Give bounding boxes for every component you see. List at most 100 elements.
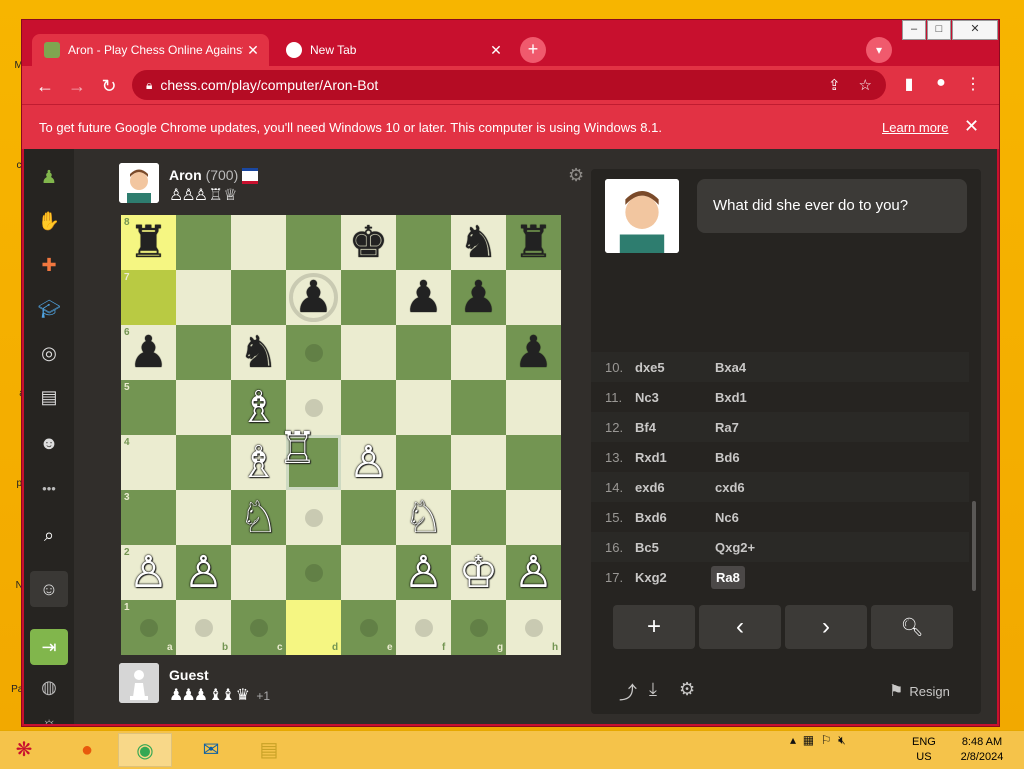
black-move[interactable]: Qxg2+ [715,540,755,555]
white-rook-d4[interactable]: ♖ [270,421,325,476]
download-icon[interactable]: ⤓ [649,679,657,700]
reload-button[interactable]: ↻ [96,73,122,99]
black-pawn-a6[interactable]: ♟ [121,325,176,380]
close-tab-icon[interactable]: ✕ [486,42,506,59]
legal-move-dot[interactable] [139,618,158,637]
legal-move-dot[interactable] [524,618,543,637]
white-pawn-a2[interactable]: ♙ [121,545,176,600]
legal-move-dot[interactable] [359,618,378,637]
black-move[interactable]: Bxa4 [715,360,746,375]
clock[interactable]: 8:48 AM 2/8/2024 [952,735,1012,765]
square-h4[interactable] [506,435,561,490]
puzzles-icon[interactable]: ✚ [34,251,64,279]
share-icon[interactable]: ⤴ [619,679,637,705]
black-rook-h8[interactable]: ♜ [506,215,561,270]
black-knight-g8[interactable]: ♞ [451,215,506,270]
white-move[interactable]: Rxd1 [635,450,667,465]
black-move[interactable]: Bd6 [715,450,740,465]
volume-muted-icon[interactable]: 🔇︎ [838,733,846,747]
tab-new-tab[interactable]: New Tab ✕ [274,34,512,66]
tray-overflow-icon[interactable]: ▴ [790,733,796,747]
square-h3[interactable] [506,490,561,545]
chrome-icon[interactable]: ◉ [118,733,172,767]
black-rook-a8[interactable]: ♜ [121,215,176,270]
legal-move-dot[interactable] [304,508,323,527]
square-e2[interactable] [341,545,396,600]
legal-move-dot[interactable] [469,618,488,637]
square-e5[interactable] [341,380,396,435]
close-icon[interactable]: ✕ [964,116,979,137]
white-move[interactable]: Nc3 [635,390,659,405]
square-g3[interactable] [451,490,506,545]
firefox-icon[interactable]: ● [60,733,114,767]
black-move[interactable]: cxd6 [715,480,745,495]
watch-icon[interactable]: ◎ [34,339,64,367]
square-g5[interactable] [451,380,506,435]
bookmark-star-icon[interactable]: ☆ [859,76,872,94]
square-c8[interactable] [231,215,286,270]
white-move[interactable]: Kxg2 [635,570,667,585]
white-move[interactable]: exd6 [635,480,665,495]
tab-aron[interactable]: Aron - Play Chess Online Against ✕ [32,34,269,66]
square-f6[interactable] [396,325,451,380]
white-pawn-b2[interactable]: ♙ [176,545,231,600]
brightness-icon[interactable]: ☼ [34,709,64,724]
previous-move-button[interactable]: ‹ [699,605,781,649]
learn-more-link[interactable]: Learn more [882,120,948,135]
white-move[interactable]: Bf4 [635,420,656,435]
square-h5[interactable] [506,380,561,435]
social-icon[interactable]: ☻ [34,429,64,457]
move-list-scrollbar[interactable] [972,501,976,591]
square-b7[interactable] [176,270,231,325]
new-tab-button[interactable]: + [520,37,546,63]
maximize-button[interactable]: □ [927,20,951,40]
black-king-e8[interactable]: ♚ [341,215,396,270]
square-e6[interactable] [341,325,396,380]
square-b5[interactable] [176,380,231,435]
legal-move-dot[interactable] [414,618,433,637]
tab-search-button[interactable]: ▾ [866,37,892,63]
new-game-button[interactable]: + [613,605,695,649]
network-icon[interactable]: ▦ [803,733,814,747]
white-pawn-h2[interactable]: ♙ [506,545,561,600]
settings-icon[interactable]: ⚙ [679,679,695,700]
square-b3[interactable] [176,490,231,545]
black-pawn-d7[interactable]: ♟ [286,270,341,325]
settings-gear-icon[interactable]: ⚙ [568,165,584,186]
avatar[interactable] [119,663,159,703]
outlook-icon[interactable]: ✉ [184,733,238,767]
square-b8[interactable] [176,215,231,270]
legal-move-dot[interactable] [304,343,323,362]
white-pawn-f2[interactable]: ♙ [396,545,451,600]
next-move-button[interactable]: › [785,605,867,649]
profile-icon[interactable]: ● [930,74,952,92]
square-d8[interactable] [286,215,341,270]
search-icon[interactable]: ⌕ [34,521,64,549]
white-move[interactable]: Bxd6 [635,510,667,525]
login-icon[interactable]: ⇥ [30,629,68,665]
white-knight-c3[interactable]: ♘ [231,490,286,545]
square-c2[interactable] [231,545,286,600]
add-friend-icon[interactable]: ☺ [30,571,68,607]
menu-icon[interactable]: ⋮ [962,74,984,94]
back-button[interactable]: ← [32,73,58,99]
square-c7[interactable] [231,270,286,325]
white-move[interactable]: Bc5 [635,540,659,555]
address-bar[interactable]: 🔒︎ chess.com/play/computer/Aron-Bot ⇪ ☆ [132,70,886,100]
white-pawn-e4[interactable]: ♙ [341,435,396,490]
share-icon[interactable]: ⇪ [828,76,841,94]
start-button[interactable]: ❋ [2,733,46,767]
avatar[interactable] [119,163,159,203]
black-move[interactable]: Nc6 [715,510,739,525]
close-window-button[interactable]: ✕ [952,20,998,40]
move-list[interactable]: 10. dxe5 Bxa4 11. Nc3 Bxd1 12. Bf4 Ra7 13. Rxd1 Bd6… [591,352,969,592]
square-b4[interactable] [176,435,231,490]
globe-icon[interactable]: ◍ [34,673,64,701]
learn-icon[interactable]: 🎓︎ [34,295,64,323]
white-knight-f3[interactable]: ♘ [396,490,451,545]
minimize-button[interactable]: – [902,20,926,40]
black-move[interactable]: Ra7 [715,420,739,435]
forward-button[interactable]: → [64,73,90,99]
square-f8[interactable] [396,215,451,270]
analysis-button[interactable]: 🔍︎ [871,605,953,649]
